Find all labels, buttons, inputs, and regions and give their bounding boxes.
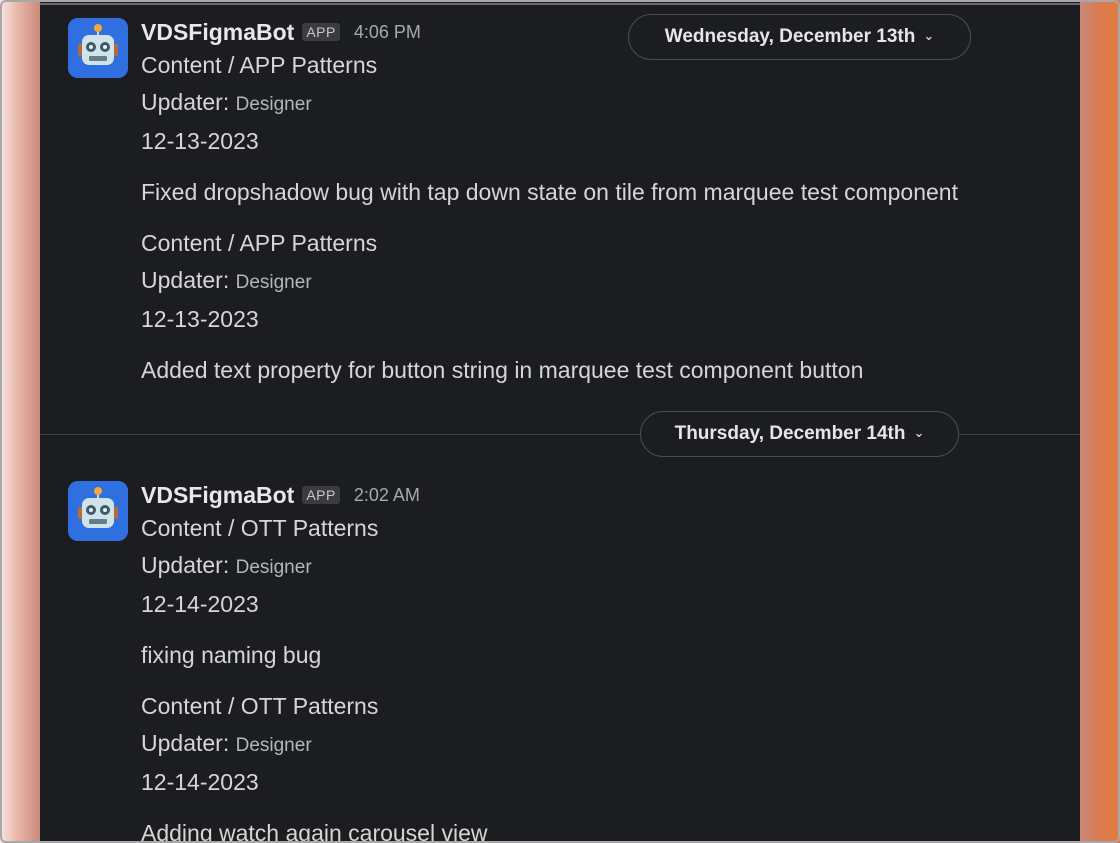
date-divider-label: Thursday, December 14th [674, 423, 906, 444]
robot-icon [68, 18, 128, 78]
update-note: Added text property for button string in… [141, 357, 864, 383]
message-header: VDSFigmaBot APP 2:02 AM [141, 480, 1060, 510]
update-date: 12-14-2023 [141, 591, 259, 617]
updater-name: Designer [235, 94, 312, 115]
top-border [40, 3, 1080, 5]
robot-icon [68, 481, 128, 541]
updater-label: Updater: [141, 89, 230, 115]
bot-name[interactable]: VDSFigmaBot [141, 19, 294, 46]
timestamp[interactable]: 2:02 AM [354, 485, 420, 506]
update-note: Fixed dropshadow bug with tap down state… [141, 179, 958, 205]
update-note: Adding watch again carousel view [141, 820, 488, 843]
bot-name[interactable]: VDSFigmaBot [141, 482, 294, 509]
component-path: Content / OTT Patterns [141, 693, 379, 719]
updater-name: Designer [235, 557, 312, 578]
updater-line: Updater: Designer [141, 725, 1060, 764]
update-note: fixing naming bug [141, 642, 322, 668]
updater-name: Designer [235, 272, 312, 293]
update-date: 12-13-2023 [141, 128, 259, 154]
updater-line: Updater: Designer [141, 84, 1060, 123]
updater-label: Updater: [141, 267, 230, 293]
bot-avatar[interactable] [68, 481, 128, 541]
updater-label: Updater: [141, 730, 230, 756]
updater-line: Updater: Designer [141, 262, 1060, 301]
message-body: VDSFigmaBot APP 2:02 AM Content / OTT Pa… [141, 480, 1060, 843]
updater-line: Updater: Designer [141, 547, 1060, 586]
chevron-down-icon: ⌄ [913, 425, 925, 440]
updater-name: Designer [235, 735, 312, 756]
bot-avatar[interactable] [68, 18, 128, 78]
component-path: Content / APP Patterns [141, 230, 378, 256]
updater-label: Updater: [141, 552, 230, 578]
app-badge: APP [302, 486, 340, 504]
app-badge: APP [302, 23, 340, 41]
component-path: Content / APP Patterns [141, 52, 378, 78]
message-panel: Wednesday, December 13th ⌄ VDSFigmaBot A… [40, 0, 1080, 843]
update-date: 12-13-2023 [141, 306, 259, 332]
message-header: VDSFigmaBot APP 4:06 PM [141, 17, 1060, 47]
date-divider-button-dec14[interactable]: Thursday, December 14th ⌄ [640, 411, 959, 457]
timestamp[interactable]: 4:06 PM [354, 22, 421, 43]
update-date: 12-14-2023 [141, 769, 259, 795]
component-path: Content / OTT Patterns [141, 515, 379, 541]
message-body: VDSFigmaBot APP 4:06 PM Content / APP Pa… [141, 17, 1060, 389]
